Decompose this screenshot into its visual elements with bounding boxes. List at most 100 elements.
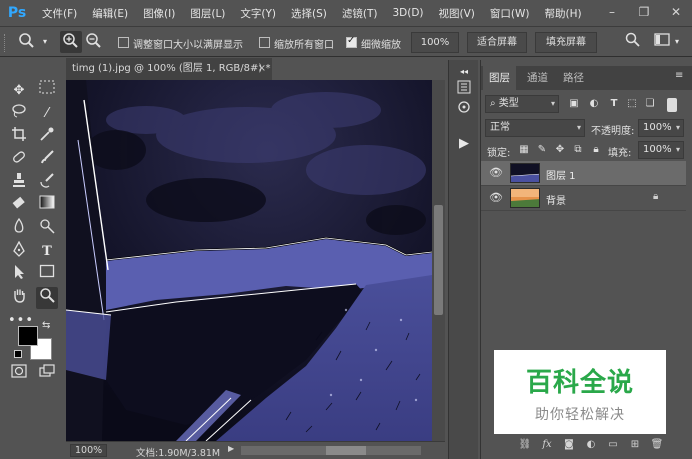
hand-tool-icon[interactable] (8, 287, 30, 309)
scrubby-zoom-label: 细微缩放 (361, 40, 401, 51)
magic-wand-tool-icon[interactable]: ⁄ (36, 103, 58, 125)
blur-tool-icon[interactable] (8, 217, 30, 240)
menu-edit[interactable]: 编辑(E) (92, 6, 128, 21)
type-tool-icon[interactable]: T (36, 241, 58, 263)
filter-pixel-icon[interactable]: ▣ (567, 97, 581, 111)
vertical-scrollbar[interactable] (432, 80, 445, 441)
blend-mode-select[interactable]: 正常 ▾ (485, 119, 585, 137)
panel-menu-icon[interactable]: ≡ (675, 70, 683, 81)
clone-stamp-tool-icon[interactable] (8, 172, 30, 194)
fill-screen-button[interactable]: 填充屏幕 (535, 32, 597, 53)
menu-window[interactable]: 窗口(W) (490, 6, 530, 21)
layer-name: 图层 1 (546, 171, 576, 182)
document-canvas[interactable] (66, 80, 432, 441)
eraser-tool-icon[interactable] (8, 195, 30, 217)
foreground-color-swatch-top[interactable] (18, 326, 38, 346)
edge-filtered-photo (66, 80, 432, 441)
menu-view[interactable]: 视图(V) (439, 6, 475, 21)
marquee-tool-icon[interactable] (36, 80, 58, 102)
scrubby-zoom-checkbox[interactable] (346, 35, 357, 48)
lock-all-icon[interactable]: 🔒︎ (589, 143, 603, 157)
layer-row[interactable]: 👁︎ 图层 1 (481, 161, 686, 186)
fit-screen-button[interactable]: 适合屏幕 (467, 32, 527, 53)
properties-panel-icon[interactable] (456, 100, 472, 116)
workspace-dropdown-icon[interactable]: ▾ (672, 34, 682, 56)
filter-shape-icon[interactable]: ⬚ (625, 97, 639, 111)
tab-layers[interactable]: 图层 (483, 66, 516, 90)
tools-panel: ✥ ⁄ T ••• ⇆ (2, 60, 62, 459)
dodge-tool-icon[interactable] (36, 218, 58, 240)
collapse-arrows-icon[interactable]: ◂◂ (456, 64, 472, 80)
zoom-all-windows-checkbox[interactable] (259, 37, 270, 48)
document-tab[interactable]: timg (1).jpg @ 100% (图层 1, RGB/8#) * × (66, 58, 272, 80)
search-icon[interactable] (622, 31, 644, 53)
resize-windows-checkbox[interactable] (118, 37, 129, 48)
link-layers-icon[interactable]: ⛓︎ (517, 437, 533, 453)
actions-panel-play-icon[interactable]: ▶ (456, 136, 472, 152)
quick-mask-icon[interactable] (8, 364, 30, 386)
brush-tool-icon[interactable] (36, 149, 58, 171)
tab-paths[interactable]: 路径 (557, 66, 590, 90)
status-zoom[interactable]: 100% (70, 444, 108, 457)
zoom-tool-preset-icon[interactable] (16, 31, 38, 53)
history-panel-icon[interactable] (456, 80, 472, 96)
menu-filter[interactable]: 滤镜(T) (342, 6, 378, 21)
lasso-tool-icon[interactable] (8, 103, 30, 125)
filter-adjustment-icon[interactable]: ◐ (587, 97, 601, 111)
preset-dropdown-icon[interactable]: ▾ (40, 34, 50, 56)
lock-image-icon[interactable]: ✎ (535, 143, 549, 157)
menu-3d[interactable]: 3D(D) (392, 7, 423, 19)
eyedropper-tool-icon[interactable] (36, 126, 58, 148)
menu-layer[interactable]: 图层(L) (190, 6, 225, 21)
crop-tool-icon[interactable] (8, 126, 30, 148)
new-layer-icon[interactable]: ⊞ (627, 437, 643, 453)
lock-position-icon[interactable]: ✥ (553, 143, 567, 157)
opacity-field[interactable]: 100% ▾ (638, 119, 684, 137)
layer-style-icon[interactable]: fx (539, 437, 555, 453)
tab-channels[interactable]: 通道 (521, 66, 554, 90)
delete-layer-icon[interactable]: 🗑︎ (649, 437, 665, 453)
status-arrow-icon[interactable]: ▶ (228, 444, 234, 453)
menu-help[interactable]: 帮助(H) (545, 6, 582, 21)
swap-colors-icon[interactable]: ⇆ (42, 320, 50, 331)
vertical-scrollbar-thumb[interactable] (434, 205, 443, 315)
visibility-eye-icon[interactable]: 👁︎ (489, 166, 503, 180)
filter-smart-object-icon[interactable]: ❏ (643, 97, 657, 111)
lock-transparent-icon[interactable]: ▦ (517, 143, 531, 157)
filter-toggle-icon[interactable] (667, 98, 677, 112)
path-selection-tool-icon[interactable] (8, 264, 30, 286)
filter-type-icon[interactable]: T (607, 97, 621, 111)
lock-artboard-icon[interactable]: ⧉ (571, 143, 585, 157)
default-colors-icon[interactable] (14, 350, 22, 358)
add-mask-icon[interactable]: ◙ (561, 437, 577, 453)
zoom-percent-field[interactable]: 100% (411, 32, 459, 53)
close-icon[interactable]: ✕ (668, 4, 684, 20)
workspace-icon[interactable] (651, 31, 673, 53)
menu-select[interactable]: 选择(S) (291, 6, 327, 21)
layer-filter-select[interactable]: ⌕ 类型 ▾ (485, 95, 559, 113)
visibility-eye-icon[interactable]: 👁︎ (489, 191, 503, 205)
new-adjustment-layer-icon[interactable]: ◐ (583, 437, 599, 453)
horizontal-scrollbar[interactable] (241, 446, 421, 455)
history-brush-tool-icon[interactable] (36, 172, 58, 194)
menu-image[interactable]: 图像(I) (143, 6, 175, 21)
fill-field[interactable]: 100% ▾ (638, 141, 684, 159)
zoom-tool-icon[interactable] (36, 287, 58, 309)
gradient-tool-icon[interactable] (36, 195, 58, 217)
minimize-icon[interactable]: – (604, 4, 620, 20)
menu-type[interactable]: 文字(Y) (240, 6, 276, 21)
screen-mode-icon[interactable] (36, 364, 58, 386)
layer-row[interactable]: 👁︎ 背景 🔒︎ (481, 186, 686, 211)
new-group-icon[interactable]: ▭ (605, 437, 621, 453)
restore-icon[interactable]: ❐ (636, 4, 652, 20)
layer-thumbnail (510, 188, 540, 208)
zoom-in-icon[interactable] (60, 31, 82, 53)
healing-brush-tool-icon[interactable] (8, 149, 30, 171)
move-tool-icon[interactable]: ✥ (8, 80, 30, 102)
menu-file[interactable]: 文件(F) (42, 6, 77, 21)
zoom-out-icon[interactable] (83, 31, 105, 53)
rectangle-tool-icon[interactable] (36, 264, 58, 286)
pen-tool-icon[interactable] (8, 240, 30, 263)
horizontal-scrollbar-thumb[interactable] (326, 446, 366, 455)
close-document-icon[interactable]: × (258, 58, 266, 80)
